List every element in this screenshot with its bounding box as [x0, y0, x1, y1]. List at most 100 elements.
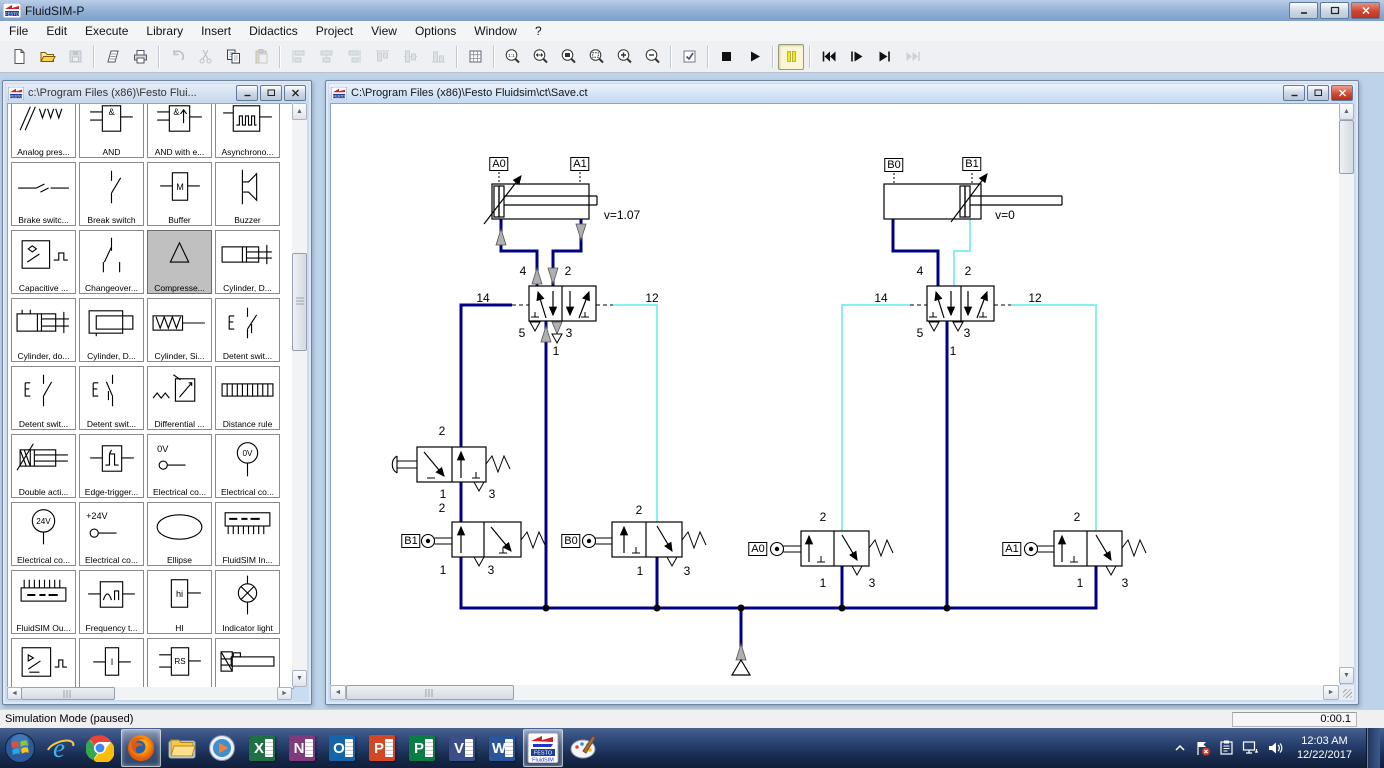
menu-insert[interactable]: Insert	[192, 22, 240, 40]
taskbar-item-paint[interactable]	[565, 730, 603, 766]
grid-button[interactable]	[462, 44, 488, 70]
library-item-fluidsim-input[interactable]: FluidSIM In...	[215, 502, 280, 566]
circuit-check-button[interactable]	[676, 44, 702, 70]
library-item-capacitive-sensor[interactable]: Capacitive ...	[11, 230, 76, 294]
library-horizontal-scrollbar[interactable]: ◄ ►	[7, 687, 292, 700]
stop-button[interactable]	[713, 44, 739, 70]
library-item-cylinder-double[interactable]: Cylinder, D...	[215, 230, 280, 294]
taskbar-item-powerpoint[interactable]: P	[363, 730, 401, 766]
library-item-distance-rule[interactable]: Distance rule	[215, 366, 280, 430]
taskbar-item-word[interactable]: W	[483, 730, 521, 766]
valve-pushbutton-3-2[interactable]	[391, 446, 511, 483]
print-button[interactable]	[127, 44, 153, 70]
circuit-minimize-button[interactable]	[1283, 85, 1305, 101]
library-item-changeover-switch[interactable]: Changeover...	[79, 230, 144, 294]
library-item-linear-drive[interactable]: Linear Drive...	[215, 638, 280, 688]
menu-edit[interactable]: Edit	[37, 22, 76, 40]
taskbar-start-button[interactable]	[1, 730, 39, 766]
circuit-maximize-button[interactable]	[1307, 85, 1329, 101]
library-item-buffer[interactable]: M Buffer	[147, 162, 212, 226]
library-item-cylinder-nested[interactable]: Cylinder, D...	[79, 298, 144, 362]
compressed-air-supply[interactable]	[730, 658, 752, 676]
valve-a1-3-2[interactable]	[1023, 530, 1147, 567]
library-item-and-edge[interactable]: & AND with e...	[147, 104, 212, 158]
taskbar-item-visio[interactable]: V	[443, 730, 481, 766]
cylinder-b[interactable]	[883, 173, 1063, 223]
library-item-latching-relay[interactable]: RSLatching relay	[147, 638, 212, 688]
library-item-buzzer[interactable]: Buzzer	[215, 162, 280, 226]
valve-b1-3-2[interactable]	[420, 521, 546, 558]
library-item-frequency-trigger[interactable]: Frequency t...	[79, 570, 144, 634]
menu-file[interactable]: File	[0, 22, 37, 40]
menu-didactics[interactable]: Didactics	[240, 22, 307, 40]
library-item-electrical-connection-0v[interactable]: 0V Electrical co...	[147, 434, 212, 498]
network-tray-icon[interactable]	[1242, 740, 1259, 756]
menu-view[interactable]: View	[362, 22, 406, 40]
valve-a0-3-2[interactable]	[769, 530, 894, 567]
menu-options[interactable]: Options	[406, 22, 465, 40]
library-item-break-switch[interactable]: Break switch	[79, 162, 144, 226]
library-item-detent-switch-3[interactable]: Detent swit...	[79, 366, 144, 430]
menu-execute[interactable]: Execute	[76, 22, 137, 40]
library-item-cylinder-double-acting[interactable]: Cylinder, do...	[11, 298, 76, 362]
circuit-window-titlebar[interactable]: FESTO C:\Program Files (x86)\Festo Fluid…	[329, 84, 1355, 102]
step-button[interactable]	[843, 44, 869, 70]
menu-help[interactable]: ?	[526, 22, 551, 40]
volume-tray-icon[interactable]	[1267, 740, 1283, 756]
menu-window[interactable]: Window	[465, 22, 526, 40]
library-item-ellipse[interactable]: Ellipse	[147, 502, 212, 566]
taskbar-item-onenote[interactable]: N	[283, 730, 321, 766]
library-item-and-gate[interactable]: & AND	[79, 104, 144, 158]
zoom-1-1-button[interactable]: 1:1	[499, 44, 525, 70]
library-vertical-scrollbar[interactable]: ▲ ▼	[292, 103, 307, 687]
taskbar-item-fluidsim[interactable]: FESTO FluidSIM	[523, 729, 563, 767]
zoom-rect-button[interactable]	[583, 44, 609, 70]
open-button[interactable]	[34, 44, 60, 70]
circuit-hscroll-thumb[interactable]	[346, 685, 514, 700]
taskbar-item-windows-explorer[interactable]	[163, 730, 201, 766]
app-close-button[interactable]	[1351, 2, 1380, 19]
taskbar-item-chrome[interactable]	[81, 730, 119, 766]
circuit-close-button[interactable]	[1331, 85, 1353, 101]
library-item-indicator-light[interactable]: Indicator light	[215, 570, 280, 634]
scroll-right-arrow[interactable]: ►	[277, 687, 292, 700]
library-item-inductive-proximity[interactable]: Inductive pr...	[11, 638, 76, 688]
sim-to-change-button[interactable]	[871, 44, 897, 70]
taskbar-item-firefox[interactable]	[121, 729, 161, 767]
library-item-electrical-connection-24v[interactable]: +24V Electrical co...	[79, 502, 144, 566]
library-close-button[interactable]	[284, 85, 306, 101]
menu-project[interactable]: Project	[307, 22, 362, 40]
library-minimize-button[interactable]	[236, 85, 258, 101]
new-button[interactable]	[6, 44, 32, 70]
play-button[interactable]	[741, 44, 767, 70]
clipboard-tray-icon[interactable]	[1219, 740, 1234, 756]
library-item-cylinder-single[interactable]: Cylinder, Si...	[147, 298, 212, 362]
library-scroll-thumb[interactable]	[292, 253, 307, 351]
scroll-left-arrow[interactable]: ◄	[7, 687, 22, 700]
library-item-electrical-connection-0v-circle[interactable]: 0V Electrical co...	[215, 434, 280, 498]
menu-library[interactable]: Library	[137, 22, 192, 40]
valve-b-5-2[interactable]	[926, 285, 995, 322]
resize-grip[interactable]	[1339, 685, 1354, 700]
scroll-left-arrow[interactable]: ◄	[330, 685, 346, 700]
show-desktop-button[interactable]	[1366, 728, 1380, 768]
valve-a-5-2[interactable]	[528, 285, 597, 322]
circuit-vscroll-thumb[interactable]	[1339, 120, 1354, 174]
library-item-differential-pressure[interactable]: Differential ...	[147, 366, 212, 430]
zoom-in-button[interactable]	[611, 44, 637, 70]
library-item-double-acting-cylinder[interactable]: Double acti...	[11, 434, 76, 498]
taskbar-item-publisher[interactable]: P	[403, 730, 441, 766]
scroll-up-arrow[interactable]: ▲	[292, 103, 307, 120]
cylinder-a[interactable]	[483, 175, 598, 225]
library-item-brake-switch[interactable]: Brake switc...	[11, 162, 76, 226]
scroll-down-arrow[interactable]: ▼	[1339, 667, 1354, 684]
library-item-edge-trigger[interactable]: Edge-trigger...	[79, 434, 144, 498]
library-item-hi[interactable]: hi HI	[147, 570, 212, 634]
action-center-flag-icon[interactable]	[1194, 740, 1211, 756]
library-item-fluidsim-output[interactable]: FluidSIM Ou...	[11, 570, 76, 634]
circuit-horizontal-scrollbar[interactable]: ◄ ►	[330, 685, 1339, 700]
library-item-detent-switch[interactable]: Detent swit...	[215, 298, 280, 362]
taskbar-item-excel[interactable]: X	[243, 730, 281, 766]
reset-button[interactable]	[815, 44, 841, 70]
library-item-analog-pressure-sensor[interactable]: Analog pres...	[11, 104, 76, 158]
